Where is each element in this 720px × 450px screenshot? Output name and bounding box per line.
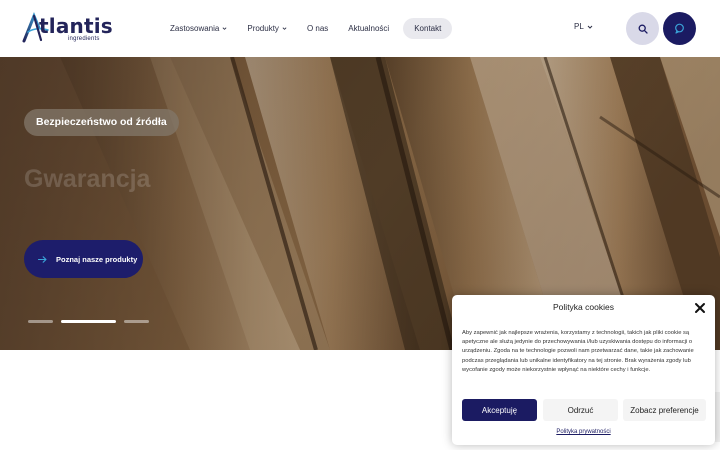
cookie-consent-dialog: Polityka cookies Aby zapewnić jak najlep… [452, 295, 715, 445]
hero-badge: Bezpieczeństwo od źródła [24, 109, 179, 136]
language-switcher[interactable]: PL [574, 22, 593, 31]
nav-item-label: Aktualności [348, 24, 390, 33]
search-icon [638, 24, 648, 34]
main-nav: Zastosowania Produkty O nas Aktualności … [160, 18, 453, 39]
language-label: PL [574, 22, 584, 31]
close-icon[interactable] [694, 302, 706, 314]
nav-item-aktualnosci[interactable]: Aktualności [338, 18, 399, 39]
hero-title: Gwarancja [24, 165, 151, 193]
nav-item-kontakt[interactable]: Kontakt [403, 18, 453, 39]
logo-subtitle: ingredients [68, 36, 100, 42]
nav-item-o-nas[interactable]: O nas [297, 18, 338, 39]
chevron-down-icon [587, 25, 593, 29]
search-button[interactable] [626, 12, 659, 45]
explore-products-button[interactable]: Poznaj nasze produkty [24, 240, 143, 278]
slider-dot[interactable] [28, 320, 53, 323]
explore-products-label: Poznaj nasze produkty [56, 254, 138, 264]
slider-pagination [28, 320, 157, 323]
logo-wordmark: tlantis [39, 14, 113, 38]
cookie-description: Aby zapewnić jak najlepsze wrażenia, kor… [462, 330, 694, 373]
nav-item-label: Zastosowania [170, 24, 220, 33]
site-header: tlantis ingredients Zastosowania Produkt… [0, 0, 720, 57]
chevron-down-icon [222, 27, 227, 30]
brand-logo[interactable]: tlantis ingredients [22, 12, 113, 44]
nav-item-label: Kontakt [414, 24, 442, 33]
slider-dot-active[interactable] [61, 320, 116, 323]
privacy-policy-link[interactable]: Polityka prywatności [452, 429, 715, 435]
chevron-down-icon [282, 27, 287, 30]
cookie-title: Polityka cookies [553, 302, 614, 312]
slider-dot[interactable] [124, 320, 149, 323]
cookie-preferences-button[interactable]: Zobacz preferencje [623, 399, 706, 421]
accept-cookies-button[interactable]: Akceptuję [462, 399, 537, 421]
nav-item-zastosowania[interactable]: Zastosowania [160, 18, 237, 39]
chat-button[interactable] [663, 12, 696, 45]
arrow-right-icon [38, 255, 47, 263]
nav-item-label: O nas [306, 24, 329, 33]
nav-item-produkty[interactable]: Produkty [237, 18, 297, 39]
deny-cookies-button[interactable]: Odrzuć [543, 399, 618, 421]
chat-icon [675, 23, 684, 34]
nav-item-label: Produkty [247, 24, 279, 33]
